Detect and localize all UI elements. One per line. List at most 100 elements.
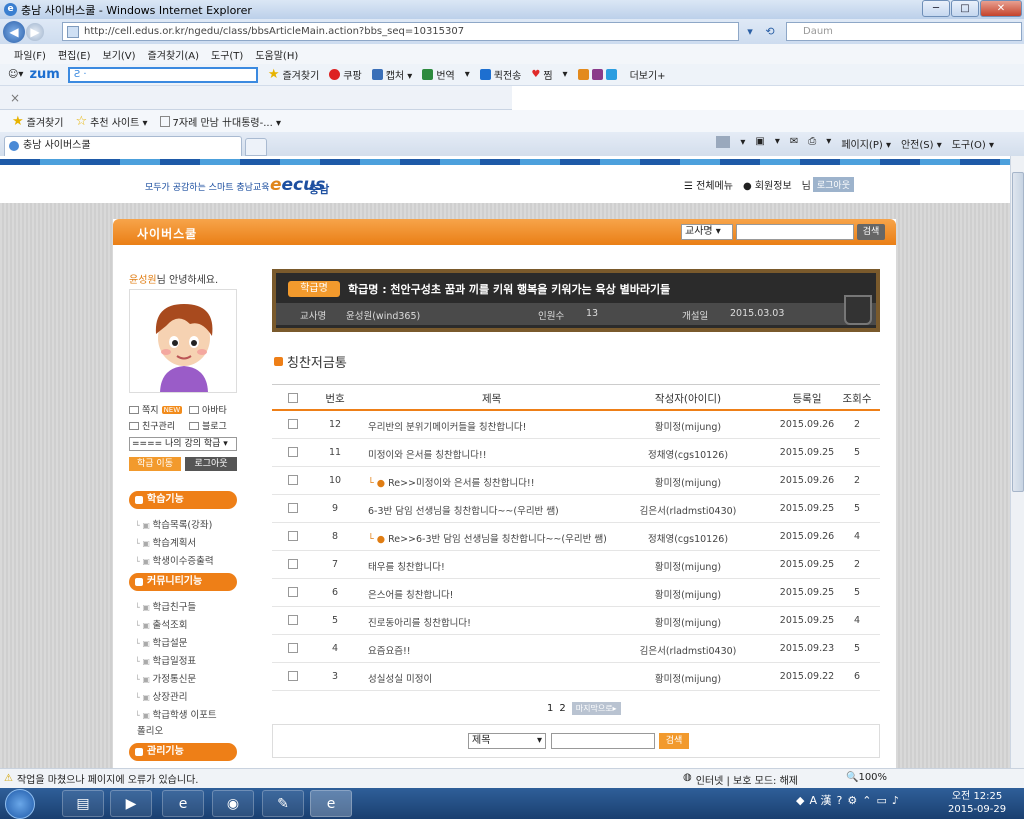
class-move-button[interactable]: 학급 이동 xyxy=(129,457,181,471)
back-button[interactable]: ◀ xyxy=(3,20,25,43)
section-community[interactable]: 커뮤니티기능 xyxy=(129,573,237,591)
zum-dropdown2[interactable]: ▾ xyxy=(563,69,568,80)
vertical-scrollbar[interactable] xyxy=(1010,156,1024,768)
row-checkbox[interactable] xyxy=(288,615,298,625)
row-checkbox[interactable] xyxy=(288,643,298,653)
ime-indicator[interactable]: A 漢 xyxy=(809,792,831,808)
network-icon[interactable]: ◆ xyxy=(796,794,804,807)
last-page-button[interactable]: 마지막으로▸ xyxy=(571,702,621,715)
menu-survey[interactable]: 학급설문 xyxy=(135,635,187,649)
all-menu-link[interactable]: ☰ 전체메뉴 xyxy=(684,177,733,192)
tools-menu[interactable]: 도구(O) ▾ xyxy=(952,136,994,151)
table-row[interactable]: 10 └ ● Re>>미정이와 은서를 칭찬합니다!! 황미정(mijung) 201… xyxy=(272,467,880,495)
bottom-search-button[interactable]: 검색 xyxy=(659,733,689,749)
row-title-link[interactable]: 태우를 칭찬합니다! xyxy=(368,559,445,573)
forward-button[interactable]: ▶ xyxy=(26,22,44,41)
row-checkbox[interactable] xyxy=(288,559,298,569)
home-icon[interactable]: ▾ xyxy=(706,136,745,151)
header-logout-button[interactable]: 로그아웃 xyxy=(812,177,854,192)
start-button[interactable] xyxy=(5,789,35,819)
volume-icon[interactable]: ♪ xyxy=(892,794,899,807)
settings-icon[interactable]: ⚙ xyxy=(847,794,857,807)
tab-cyberschool[interactable]: 충남 사이버스쿨 xyxy=(4,136,242,156)
row-title-link[interactable]: └ ● Re>>6-3반 담임 선생님을 칭찬합니다~~(우리반 쌤) xyxy=(368,531,607,545)
page-1[interactable]: 1 xyxy=(547,703,553,714)
zum-jjim[interactable]: ♥ 찜 xyxy=(531,67,552,82)
table-row[interactable]: 4 요즘요즘!! 김은서(rladmsti0430) 2015.09.23 5 xyxy=(272,635,880,663)
minimize-button[interactable]: ─ xyxy=(922,0,950,17)
table-row[interactable]: 12 우리반의 분위기메이커들을 칭찬합니다! 황미정(mijung) 2015.09… xyxy=(272,411,880,439)
suggested-sites[interactable]: ☆ 추천 사이트 ▾ xyxy=(75,114,147,129)
zum-logo[interactable]: zum xyxy=(29,67,59,82)
menu-certificate[interactable]: 학생이수증출력 xyxy=(135,553,213,567)
table-row[interactable]: 7 태우를 칭찬합니다! 황미정(mijung) 2015.09.25 2 xyxy=(272,551,880,579)
search-input[interactable]: Daum xyxy=(786,22,1022,41)
row-checkbox[interactable] xyxy=(288,475,298,485)
fav-link[interactable]: 7자례 만남 卄대통령-... ▾ xyxy=(159,114,281,129)
bottom-search-input[interactable] xyxy=(551,733,655,749)
row-title-link[interactable]: 우리반의 분위기메이커들을 칭찬합니다! xyxy=(368,419,526,433)
menu-help[interactable]: 도움말(H) xyxy=(255,47,298,62)
teacher-search-button[interactable]: 검색 xyxy=(857,224,885,240)
close-icon[interactable]: × xyxy=(10,91,20,105)
row-checkbox[interactable] xyxy=(288,587,298,597)
row-title-link[interactable]: 은스어를 칭찬합니다! xyxy=(368,587,454,601)
teacher-search-select[interactable]: 교사명 ▾ xyxy=(681,224,733,240)
menu-favorites[interactable]: 즐겨찾기(A) xyxy=(148,47,199,62)
zum-capture[interactable]: 캡처 ▾ xyxy=(371,67,412,82)
menu-newsletter[interactable]: 가정통신문 xyxy=(135,671,196,685)
row-checkbox[interactable] xyxy=(288,419,298,429)
mail-icon[interactable]: ✉ xyxy=(790,136,798,151)
zum-dropdown[interactable]: ▾ xyxy=(465,69,470,80)
table-row[interactable]: 6 은스어를 칭찬합니다! 황미정(mijung) 2015.09.25 5 xyxy=(272,579,880,607)
address-field[interactable]: http://cell.edus.or.kr/ngedu/class/bbsAr… xyxy=(62,22,739,41)
menu-edit[interactable]: 편집(E) xyxy=(58,47,91,62)
class-select[interactable]: ==== 나의 강의 학급 ▾ xyxy=(129,437,237,451)
table-row[interactable]: 3 성실성실 미정이 황미정(mijung) 2015.09.22 6 xyxy=(272,663,880,691)
menu-view[interactable]: 보기(V) xyxy=(103,47,136,62)
warning-icon[interactable]: ⚠ xyxy=(4,773,13,784)
select-all-checkbox[interactable] xyxy=(288,393,298,403)
safety-menu[interactable]: 안전(S) ▾ xyxy=(901,136,942,151)
zum-search-input[interactable]: Ƨ · xyxy=(67,66,258,83)
explorer-icon[interactable]: ▤ xyxy=(62,790,104,817)
search-field-select[interactable]: 제목 ▾ xyxy=(468,733,546,749)
book-icon[interactable] xyxy=(591,69,603,80)
clock[interactable]: 오전 12:25 2015-09-29 xyxy=(948,790,1006,816)
zum-favorites[interactable]: ★ 즐겨찾기 xyxy=(268,67,319,82)
zum-translate[interactable]: 번역 xyxy=(422,67,455,82)
ie-pinned-icon[interactable]: e xyxy=(162,790,204,817)
tool-icon[interactable] xyxy=(577,69,589,80)
smiley-icon[interactable]: ☺▾ xyxy=(8,69,23,80)
table-row[interactable]: 8 └ ● Re>>6-3반 담임 선생님을 칭찬합니다~~(우리반 쌤) 정채영(… xyxy=(272,523,880,551)
dropdown-arrow-icon[interactable]: ▾ xyxy=(740,22,760,41)
avatar-link[interactable]: 아바타 xyxy=(189,403,227,416)
table-row[interactable]: 11 미정이와 은서를 칭찬합니다!! 정채영(cgs10126) 2015.09.2… xyxy=(272,439,880,467)
friends-link[interactable]: 친구관리 xyxy=(129,419,175,432)
row-checkbox[interactable] xyxy=(288,671,298,681)
feeds-icon[interactable]: ▣ ▾ xyxy=(755,136,779,151)
page-2[interactable]: 2 xyxy=(559,703,565,714)
member-info-link[interactable]: ● 회원정보 xyxy=(743,177,792,192)
table-row[interactable]: 9 6-3반 담임 선생님을 칭찬합니다~~(우리반 쌤) 김은서(rladmsti… xyxy=(272,495,880,523)
row-checkbox[interactable] xyxy=(288,503,298,513)
menu-classmates[interactable]: 학급친구들 xyxy=(135,599,196,613)
menu-attendance[interactable]: 출석조회 xyxy=(135,617,187,631)
scroll-thumb[interactable] xyxy=(1012,172,1024,492)
chrome-icon[interactable]: ◉ xyxy=(212,790,254,817)
maximize-button[interactable]: □ xyxy=(951,0,979,17)
menu-learning-plan[interactable]: 학습계획서 xyxy=(135,535,196,549)
print-icon[interactable]: ⎙ ▾ xyxy=(808,136,831,151)
new-tab-button[interactable] xyxy=(245,138,267,156)
refresh-icon[interactable]: ⟲ xyxy=(760,22,780,41)
zoom-level[interactable]: 100% xyxy=(858,772,887,787)
row-title-link[interactable]: └ ● Re>>미정이와 은서를 칭찬합니다!! xyxy=(368,475,535,489)
media-player-icon[interactable]: ▶ xyxy=(110,790,152,817)
row-title-link[interactable]: 6-3반 담임 선생님을 칭찬합니다~~(우리반 쌤) xyxy=(368,503,559,517)
menu-file[interactable]: 파일(F) xyxy=(14,47,46,62)
row-checkbox[interactable] xyxy=(288,531,298,541)
twitter-icon[interactable] xyxy=(605,69,617,80)
monitor-icon[interactable]: ▭ xyxy=(876,794,886,807)
teacher-search-input[interactable] xyxy=(736,224,854,240)
row-title-link[interactable]: 진로동아리를 칭찬합니다! xyxy=(368,615,471,629)
